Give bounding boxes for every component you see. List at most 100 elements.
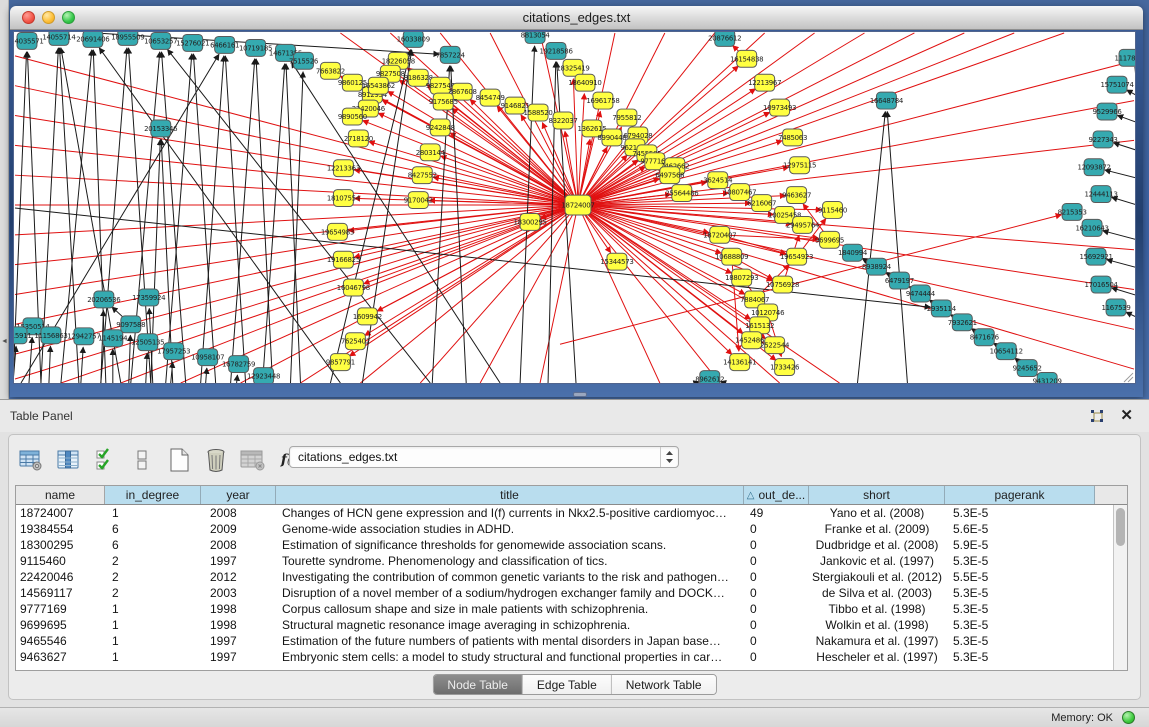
graph-node-label: 9242848 bbox=[426, 124, 455, 132]
graph-node-label: 15276021 bbox=[176, 39, 209, 47]
tab-node-table[interactable]: Node Table bbox=[433, 675, 523, 694]
close-panel-icon[interactable]: ✕ bbox=[1120, 406, 1133, 424]
graph-node-label: 9474444 bbox=[906, 290, 936, 298]
float-panel-icon[interactable] bbox=[1089, 408, 1105, 424]
close-window-icon[interactable] bbox=[22, 11, 35, 24]
table-cell-year: 1997 bbox=[201, 634, 276, 648]
network-window-titlebar[interactable]: citations_edges.txt bbox=[10, 6, 1143, 30]
table-cell-pagerank: 5.3E-5 bbox=[945, 634, 1095, 648]
graph-node-label: 10756928 bbox=[766, 281, 799, 289]
network-window[interactable]: citations_edges.txt 18724007240355711405… bbox=[10, 6, 1143, 397]
table-cell-year: 1998 bbox=[201, 618, 276, 632]
table-selector-dropdown[interactable]: citations_edges.txt bbox=[289, 446, 679, 468]
dropdown-arrows-icon bbox=[660, 447, 678, 467]
new-table-icon[interactable] bbox=[165, 446, 193, 474]
table-cell-pagerank: 5.3E-5 bbox=[945, 506, 1095, 520]
table-vertical-scrollbar[interactable] bbox=[1113, 505, 1127, 670]
column-header-title[interactable]: title bbox=[276, 486, 744, 504]
column-header-out_degree[interactable]: △out_de... bbox=[744, 486, 809, 504]
table-cell-in_degree: 6 bbox=[105, 538, 201, 552]
panel-splitter-handle[interactable] bbox=[573, 392, 587, 397]
column-header-year[interactable]: year bbox=[201, 486, 276, 504]
network-canvas[interactable]: 1872400724035571140557142069140618955509… bbox=[13, 31, 1136, 384]
table-cell-name: 9465546 bbox=[16, 634, 105, 648]
graph-node-label: 10807467 bbox=[723, 189, 756, 197]
table-cell-pagerank: 5.6E-5 bbox=[945, 522, 1095, 536]
rows-icon[interactable] bbox=[128, 446, 156, 474]
table-body: 1872400712008Changes of HCN gene express… bbox=[16, 505, 1113, 670]
table-cell-title: Estimation of significance thresholds fo… bbox=[276, 538, 744, 552]
zoom-window-icon[interactable] bbox=[62, 11, 75, 24]
table-cell-title: Structural magnetic resonance image aver… bbox=[276, 618, 744, 632]
graph-node-label: 20206536 bbox=[87, 296, 120, 304]
column-header-short[interactable]: short bbox=[809, 486, 945, 504]
graph-node-label: 10653257 bbox=[144, 37, 177, 45]
graph-node-label: 7625402 bbox=[341, 338, 370, 346]
tab-edge-table[interactable]: Edge Table bbox=[523, 675, 612, 694]
graph-node-label: 7955812 bbox=[612, 114, 641, 122]
graph-node-label: 6497568 bbox=[655, 172, 684, 180]
graph-node-label: 9170042 bbox=[404, 197, 433, 205]
graph-node-label: 7932621 bbox=[948, 319, 977, 327]
resize-grip-icon[interactable] bbox=[1124, 373, 1133, 382]
graph-node-label: 1588520 bbox=[524, 109, 553, 117]
table-cell-in_degree: 6 bbox=[105, 522, 201, 536]
graph-node-label: 8471676 bbox=[970, 334, 999, 342]
graph-node-label: 1840994 bbox=[838, 249, 868, 257]
table-selector-value: citations_edges.txt bbox=[290, 450, 660, 464]
table-row[interactable]: 977716911998Corpus callosum shape and si… bbox=[16, 601, 1113, 617]
graph-node-label: 18807293 bbox=[725, 274, 758, 282]
table-cell-out_degree: 0 bbox=[744, 586, 809, 600]
collapse-left-arrow-icon[interactable]: ◄ bbox=[1, 338, 8, 345]
table-row[interactable]: 1872400712008Changes of HCN gene express… bbox=[16, 505, 1113, 521]
table-cell-out_degree: 0 bbox=[744, 538, 809, 552]
table-tabs: Node TableEdge TableNetwork Table bbox=[432, 674, 716, 695]
citation-network-graph[interactable]: 1872400724035571140557142069140618955509… bbox=[14, 32, 1135, 383]
table-cell-year: 2008 bbox=[201, 506, 276, 520]
table-cell-short: Franke et al. (2009) bbox=[809, 522, 945, 536]
table-row[interactable]: 911546021997Tourette syndrome. Phenomeno… bbox=[16, 553, 1113, 569]
scrollbar-thumb[interactable] bbox=[1116, 508, 1125, 546]
column-header-in_degree[interactable]: in_degree bbox=[105, 486, 201, 504]
table-row[interactable]: 1830029562008Estimation of significance … bbox=[16, 537, 1113, 553]
table-cell-name: 18300295 bbox=[16, 538, 105, 552]
column-header-name[interactable]: name bbox=[16, 486, 105, 504]
table-row[interactable]: 1456911722003Disruption of a novel membe… bbox=[16, 585, 1113, 601]
table-cell-in_degree: 1 bbox=[105, 602, 201, 616]
table-cell-pagerank: 5.3E-5 bbox=[945, 554, 1095, 568]
table-row[interactable]: 969969511998Structural magnetic resonanc… bbox=[16, 617, 1113, 633]
table-row[interactable]: 946554611997Estimation of the future num… bbox=[16, 633, 1113, 649]
table-cell-name: 9777169 bbox=[16, 602, 105, 616]
table-toolbar: f(x) bbox=[17, 441, 304, 479]
graph-node-label: 10654112 bbox=[990, 348, 1023, 356]
graph-node-label: 9175685 bbox=[429, 98, 458, 106]
graph-node-label: 10973493 bbox=[763, 104, 796, 112]
delete-table-icon[interactable] bbox=[202, 446, 230, 474]
graph-node-label: 29495764 bbox=[786, 221, 820, 229]
column-header-pagerank[interactable]: pagerank bbox=[945, 486, 1095, 504]
graph-node-label: 12444113 bbox=[1084, 191, 1117, 199]
table-row[interactable]: 1938455462009Genome-wide association stu… bbox=[16, 521, 1113, 537]
graph-node-label: 20691406 bbox=[76, 35, 109, 43]
import-table-icon[interactable] bbox=[239, 446, 267, 474]
graph-node-label: 19654983 bbox=[321, 228, 354, 236]
graph-node-label: 3624514 bbox=[703, 177, 733, 185]
table-cell-out_degree: 0 bbox=[744, 634, 809, 648]
graph-node-label: 18720407 bbox=[703, 231, 736, 239]
column-settings-icon[interactable] bbox=[54, 446, 82, 474]
table-settings-icon[interactable] bbox=[17, 446, 45, 474]
graph-node-label: 2935114 bbox=[927, 305, 957, 313]
graph-node-label: 12093872 bbox=[1077, 164, 1110, 172]
graph-node-label: 7485063 bbox=[778, 134, 807, 142]
tab-network-table[interactable]: Network Table bbox=[612, 675, 716, 694]
graph-node-label: 19166825 bbox=[327, 256, 360, 264]
select-mode-icon[interactable] bbox=[91, 446, 119, 474]
table-row[interactable]: 946362711997Embryonic stem cells: a mode… bbox=[16, 649, 1113, 665]
graph-node-label: 9245652 bbox=[1013, 365, 1042, 373]
minimize-window-icon[interactable] bbox=[42, 11, 55, 24]
graph-node-label: 15692921 bbox=[1079, 253, 1112, 261]
table-cell-year: 2012 bbox=[201, 570, 276, 584]
left-panel-splitter[interactable]: ◄ bbox=[0, 0, 9, 399]
graph-node-label: 8938924 bbox=[862, 263, 892, 271]
table-row[interactable]: 2242004622012Investigating the contribut… bbox=[16, 569, 1113, 585]
